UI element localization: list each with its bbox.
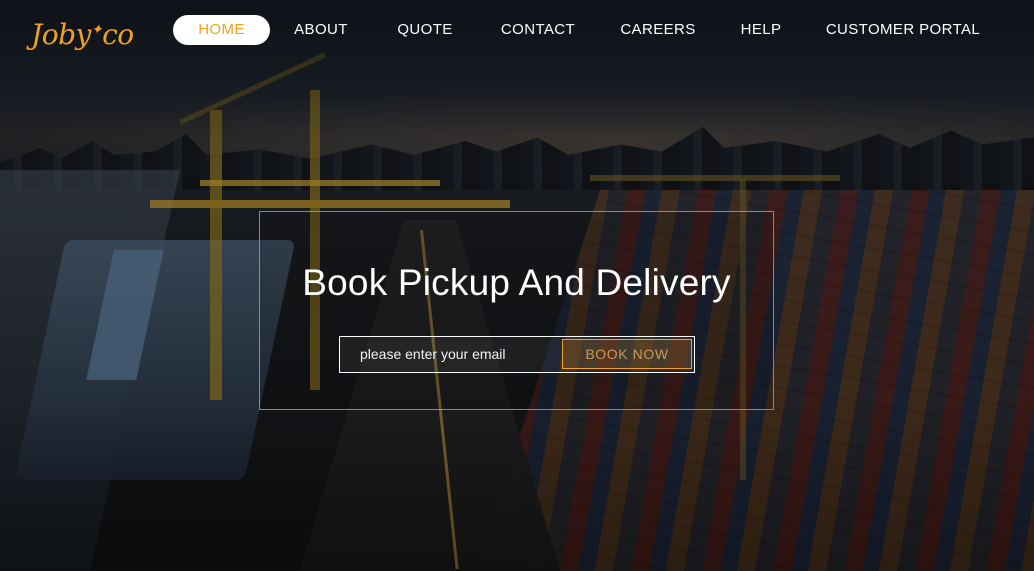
- jobyco-logo[interactable]: Joby✦co: [31, 10, 134, 55]
- booking-panel: Book Pickup And Delivery BOOK NOW: [259, 211, 774, 410]
- nav-item-customer-portal[interactable]: CUSTOMER PORTAL: [825, 15, 981, 45]
- booking-title: Book Pickup And Delivery: [302, 262, 731, 303]
- nav-item-quote[interactable]: QUOTE: [391, 15, 459, 45]
- star-icon: ✦: [90, 22, 103, 38]
- email-input[interactable]: [340, 337, 562, 371]
- nav-item-about[interactable]: ABOUT: [286, 15, 356, 45]
- booking-form: BOOK NOW: [339, 336, 695, 373]
- site-header: Joby✦co HOME ABOUT QUOTE CONTACT CAREERS…: [0, 0, 1034, 60]
- nav-item-contact[interactable]: CONTACT: [495, 15, 581, 45]
- nav-item-careers[interactable]: CAREERS: [618, 15, 698, 45]
- nav-item-help[interactable]: HELP: [736, 15, 786, 45]
- book-now-button[interactable]: BOOK NOW: [562, 339, 692, 369]
- nav-item-home[interactable]: HOME: [173, 15, 270, 45]
